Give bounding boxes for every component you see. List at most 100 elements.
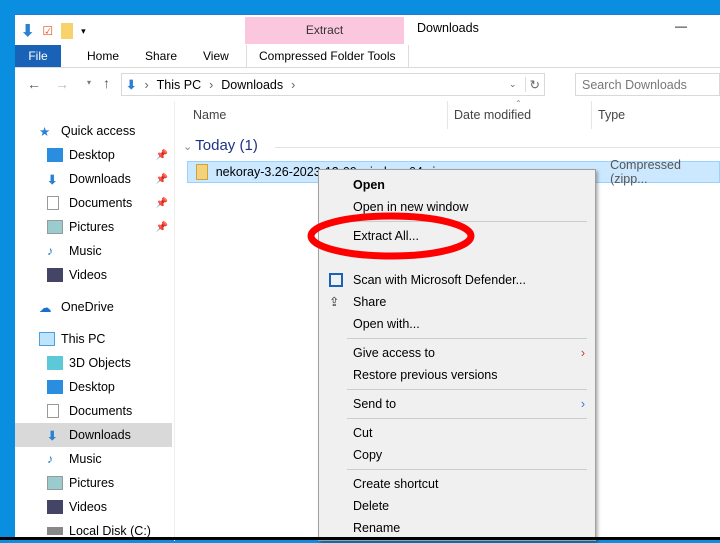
nav-qa-documents[interactable]: Documents 📌: [15, 191, 172, 215]
defender-shield-icon: [329, 273, 343, 287]
download-arrow-icon: ⬇: [21, 23, 35, 40]
group-label: Today (1): [195, 137, 258, 154]
nav-pc-desktop[interactable]: Desktop: [15, 375, 172, 399]
menu-label: Scan with Microsoft Defender...: [353, 273, 526, 287]
drive-icon: [47, 527, 63, 535]
menu-label: Share: [353, 295, 387, 309]
breadcrumb-this-pc[interactable]: This PC: [157, 78, 201, 92]
tab-compressed-folder-tools[interactable]: Compressed Folder Tools: [246, 45, 409, 67]
refresh-button[interactable]: ↻: [524, 77, 544, 92]
extract-context-header: Extract: [245, 17, 404, 44]
menu-send-to[interactable]: Send to ›: [319, 393, 595, 415]
nav-pc-music[interactable]: ♪ Music: [15, 447, 172, 471]
nav-label: This PC: [61, 332, 106, 346]
menu-cut[interactable]: Cut: [319, 422, 595, 444]
search-input[interactable]: Search Downloads: [575, 73, 720, 96]
videos-icon: [47, 500, 63, 514]
zip-folder-icon: [196, 164, 208, 180]
nav-label: Downloads: [69, 428, 131, 442]
nav-label: Documents: [69, 404, 133, 418]
back-button[interactable]: ←: [27, 76, 41, 92]
properties-icon[interactable]: ☑: [42, 24, 53, 38]
share-icon: ⇪: [329, 295, 340, 309]
nav-pc-documents[interactable]: Documents: [15, 399, 172, 423]
tab-file[interactable]: File: [15, 45, 61, 67]
desktop-icon: [47, 148, 63, 162]
pin-icon[interactable]: 📌: [156, 150, 168, 161]
quick-access-toolbar: ⬇ ☑ ▾: [21, 21, 86, 41]
nav-qa-music[interactable]: ♪ Music: [15, 239, 172, 263]
menu-scan-defender[interactable]: Scan with Microsoft Defender...: [319, 269, 595, 291]
pin-icon[interactable]: 📌: [156, 174, 168, 185]
menu-delete[interactable]: Delete: [319, 495, 595, 517]
nav-label: Music: [69, 244, 102, 258]
nav-onedrive[interactable]: ☁ OneDrive: [15, 295, 172, 319]
nav-label: Pictures: [69, 476, 115, 490]
documents-icon: [47, 196, 59, 210]
menu-give-access[interactable]: Give access to ›: [319, 342, 595, 364]
submenu-arrow-icon: ›: [580, 346, 585, 360]
recent-dropdown[interactable]: ▾: [87, 78, 91, 87]
documents-icon: [47, 404, 59, 418]
nav-pc-downloads[interactable]: ⬇ Downloads: [15, 423, 172, 447]
menu-separator: [347, 469, 587, 470]
explorer-window: ⬇ ☑ ▾ Extract Downloads — File Home Shar…: [15, 14, 720, 541]
menu-open-with[interactable]: Open with...: [319, 313, 595, 335]
nav-pc-pictures[interactable]: Pictures: [15, 471, 172, 495]
tab-home[interactable]: Home: [75, 45, 131, 67]
breadcrumb-downloads[interactable]: Downloads: [221, 78, 283, 92]
ribbon-divider: [15, 67, 720, 68]
column-name[interactable]: Name: [193, 108, 226, 122]
nav-this-pc[interactable]: This PC: [15, 327, 172, 351]
customize-dropdown-icon[interactable]: ▾: [81, 26, 86, 37]
nav-label: 3D Objects: [69, 356, 131, 370]
forward-button[interactable]: →: [55, 76, 69, 92]
nav-label: Desktop: [69, 380, 115, 394]
menu-separator: [347, 338, 587, 339]
menu-share[interactable]: ⇪ Share: [319, 291, 595, 313]
nav-quick-access[interactable]: ★ Quick access: [39, 119, 196, 143]
nav-label: Music: [69, 452, 102, 466]
menu-restore-versions[interactable]: Restore previous versions: [319, 364, 595, 386]
tab-view[interactable]: View: [191, 45, 241, 67]
downloads-icon: ⬇: [47, 429, 58, 443]
tab-share[interactable]: Share: [133, 45, 189, 67]
nav-pc-videos[interactable]: Videos: [15, 495, 172, 519]
column-type[interactable]: Type: [598, 108, 625, 122]
minimize-button[interactable]: —: [675, 19, 687, 33]
menu-create-shortcut[interactable]: Create shortcut: [319, 473, 595, 495]
nav-qa-downloads[interactable]: ⬇ Downloads 📌: [15, 167, 172, 191]
column-separator[interactable]: [591, 101, 592, 129]
address-dropdown[interactable]: ⌄: [509, 79, 517, 90]
pictures-icon: [47, 220, 63, 234]
pin-icon[interactable]: 📌: [156, 222, 168, 233]
videos-icon: [47, 268, 63, 282]
nav-qa-pictures[interactable]: Pictures 📌: [15, 215, 172, 239]
menu-label: Send to: [353, 397, 397, 411]
chevron-icon: ›: [291, 77, 296, 92]
up-button[interactable]: ↑: [103, 75, 110, 91]
menu-open[interactable]: Open: [319, 174, 595, 196]
nav-qa-videos[interactable]: Videos: [15, 263, 172, 287]
red-highlight-ellipse: [307, 212, 475, 260]
pane-divider: [174, 101, 175, 541]
chevron-icon: ›: [144, 77, 149, 92]
menu-copy[interactable]: Copy: [319, 444, 595, 466]
new-folder-icon[interactable]: [61, 23, 74, 39]
nav-label: Videos: [69, 500, 107, 514]
nav-label: Quick access: [61, 124, 136, 138]
menu-label: Give access to: [353, 346, 435, 360]
menu-separator: [347, 389, 587, 390]
menu-rename[interactable]: Rename: [319, 517, 595, 539]
address-bar[interactable]: ⬇ › This PC › Downloads › ⌄ ↻: [121, 73, 545, 96]
file-type: Compressed (zipp...: [610, 158, 681, 186]
group-header[interactable]: ⌄ Today (1): [183, 137, 258, 154]
submenu-arrow-icon: ›: [580, 397, 585, 411]
nav-pc-3d-objects[interactable]: 3D Objects: [15, 351, 172, 375]
column-date-modified[interactable]: Date modified: [454, 108, 531, 122]
column-separator[interactable]: [447, 101, 448, 129]
chevron-icon: ›: [209, 77, 214, 92]
nav-qa-desktop[interactable]: Desktop 📌: [15, 143, 172, 167]
pin-icon[interactable]: 📌: [156, 198, 168, 209]
nav-label: Pictures: [69, 220, 115, 234]
